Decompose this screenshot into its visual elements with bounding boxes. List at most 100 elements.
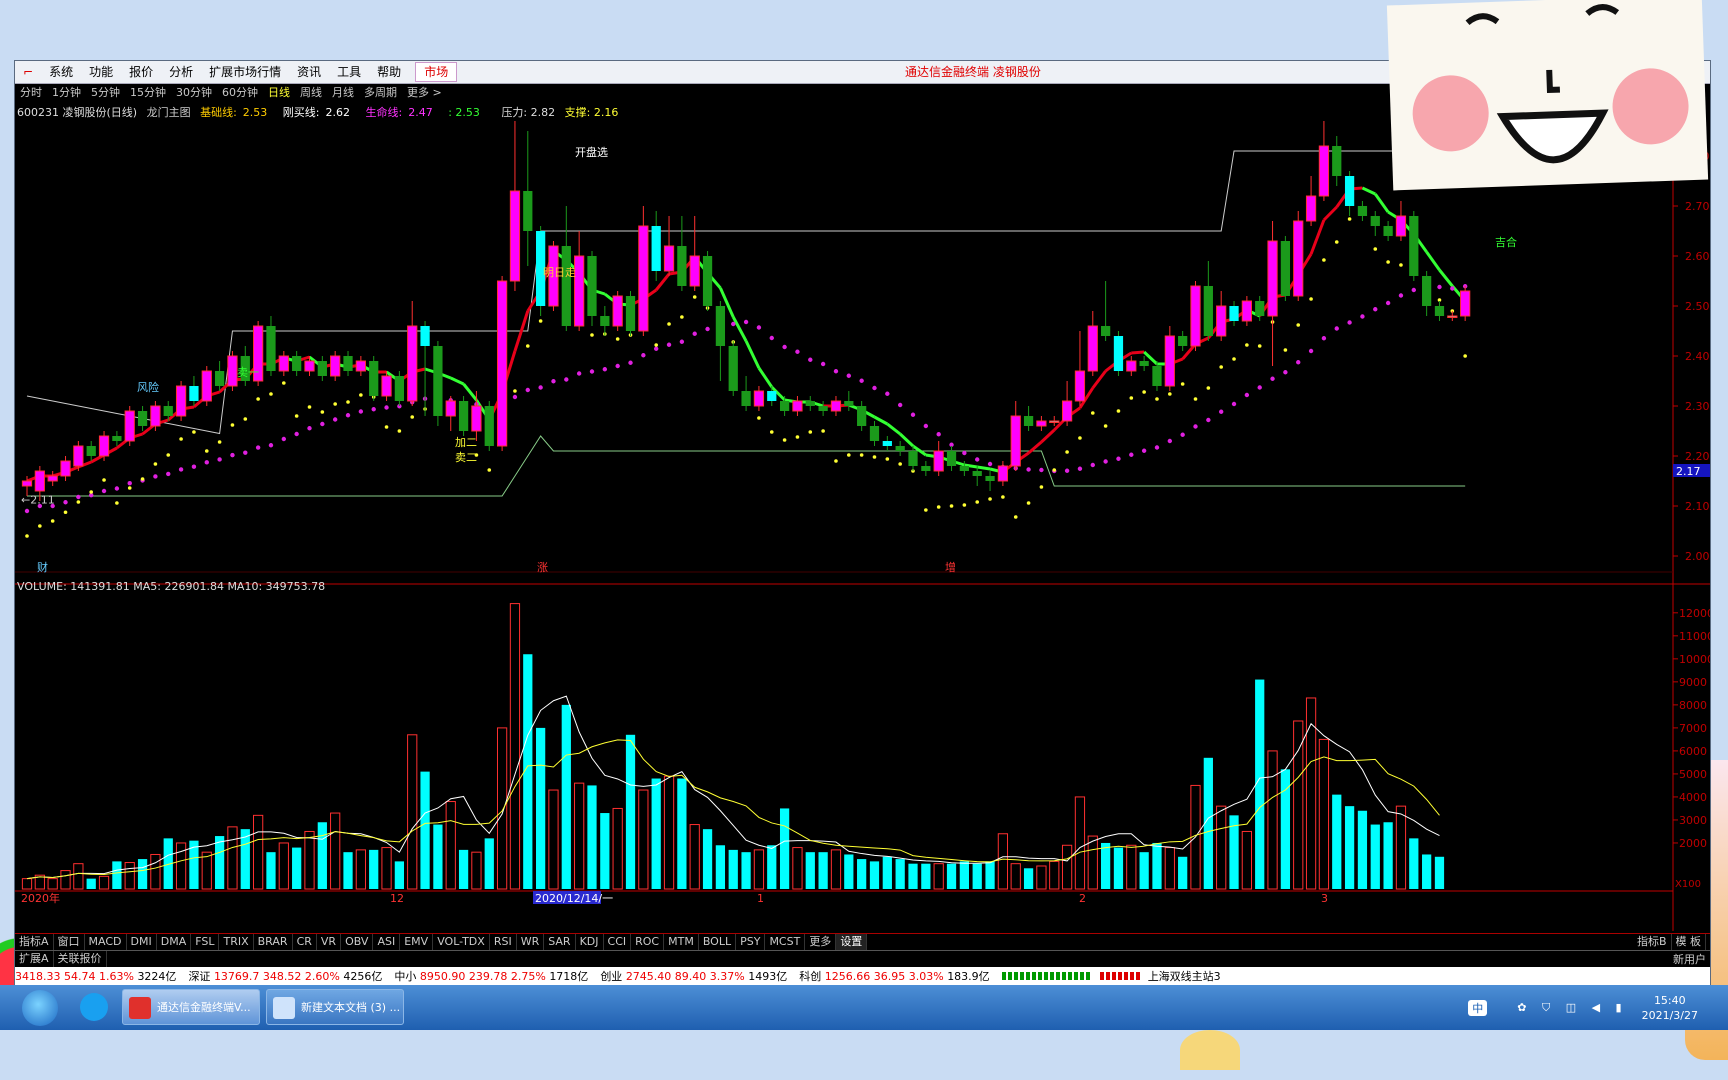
indicator-tab-1[interactable]: 窗口	[54, 934, 85, 950]
volume-bar	[1074, 796, 1086, 890]
indicator-tab-15[interactable]: WR	[517, 934, 545, 950]
period-9[interactable]: 多周期	[359, 84, 402, 102]
indicator-tab-19[interactable]: ROC	[631, 934, 665, 950]
candle-body	[1087, 325, 1098, 372]
period-8[interactable]: 月线	[327, 84, 359, 102]
ticker-item[interactable]: 创业 2745.40 89.40 3.37% 1493亿	[600, 968, 787, 984]
indicator-right-tab-1[interactable]: 模 板	[1672, 934, 1706, 950]
dot-magenta	[1257, 385, 1262, 390]
indicator-tab-0[interactable]: 指标A	[15, 934, 54, 950]
indicator-tab-24[interactable]: 更多	[805, 934, 837, 950]
indicator-tab-13[interactable]: VOL-TDX	[433, 934, 490, 950]
indicator-tab-2[interactable]: MACD	[85, 934, 127, 950]
menu-function[interactable]: 功能	[81, 61, 121, 83]
indicator-tab-5[interactable]: FSL	[191, 934, 220, 950]
indicator-tab-21[interactable]: BOLL	[699, 934, 737, 950]
indicator-tab-17[interactable]: KDJ	[576, 934, 604, 950]
candle-body	[805, 401, 815, 406]
dot-magenta	[743, 319, 749, 325]
indicator-tab-9[interactable]: VR	[317, 934, 342, 950]
start-button[interactable]	[22, 990, 58, 1026]
ticker-item[interactable]: 中小 8950.90 239.78 2.75% 1718亿	[394, 968, 588, 984]
dot-magenta	[808, 357, 813, 362]
volume-bar	[1332, 794, 1342, 889]
stock-code: 600231 凌钢股份(日线)	[17, 106, 138, 119]
indicator-tab-20[interactable]: MTM	[664, 934, 699, 950]
price-tick-label: 2.10	[1685, 500, 1710, 513]
dot-magenta	[756, 325, 762, 330]
period-2[interactable]: 5分钟	[86, 84, 125, 102]
dot-magenta	[1154, 445, 1160, 450]
volume-bar	[638, 789, 649, 890]
indicator-tab-3[interactable]: DMI	[127, 934, 157, 950]
menu-news[interactable]: 资讯	[289, 61, 329, 83]
candle-body	[1203, 286, 1213, 336]
indicator-tab-16[interactable]: SAR	[544, 934, 576, 950]
menu-help[interactable]: 帮助	[369, 61, 409, 83]
candle-body	[1305, 195, 1317, 222]
candle-body	[1280, 241, 1291, 296]
dot-magenta	[846, 373, 852, 378]
dot-magenta	[320, 421, 325, 427]
ticker-item[interactable]: 深证 13769.7 348.52 2.60% 4256亿	[188, 968, 382, 984]
ticker-item[interactable]: 3418.33 54.74 1.63% 3224亿	[15, 968, 176, 984]
indicator-tab-12[interactable]: EMV	[400, 934, 434, 950]
menu-market[interactable]: 市场	[415, 62, 458, 82]
indicator-right-tab-0[interactable]: 指标B	[1633, 934, 1672, 950]
time-axis-label: 2	[1079, 892, 1086, 905]
indicator-tab-6[interactable]: TRIX	[219, 934, 254, 950]
candle-body	[1422, 276, 1432, 306]
indicator-name[interactable]: 龙门主图	[147, 106, 191, 119]
volume-bar	[1113, 847, 1124, 889]
candle-body	[921, 466, 931, 471]
period-7[interactable]: 周线	[295, 84, 327, 102]
menu-system[interactable]: 系统	[41, 61, 81, 83]
indicator-tab-10[interactable]: OBV	[341, 934, 374, 950]
menu-ext-market[interactable]: 扩展市场行情	[201, 61, 289, 83]
indicator-tab-7[interactable]: BRAR	[254, 934, 293, 950]
server-status[interactable]: 上海双线主站3	[1148, 968, 1221, 984]
period-0[interactable]: 分时	[15, 84, 47, 102]
candle-body	[587, 256, 597, 316]
volume-bar	[1357, 810, 1368, 889]
period-1[interactable]: 1分钟	[47, 84, 86, 102]
volume-bar	[997, 833, 1009, 890]
indicator-tab-22[interactable]: PSY	[736, 934, 766, 950]
period-6[interactable]: 日线	[263, 84, 295, 102]
candle-body	[946, 451, 957, 466]
period-4[interactable]: 30分钟	[171, 84, 217, 102]
indicator-tab-4[interactable]: DMA	[157, 934, 192, 950]
ticker-item[interactable]: 科创 1256.66 36.95 3.03% 183.9亿	[799, 968, 989, 984]
volume-bar	[394, 861, 405, 889]
menu-quote[interactable]: 报价	[121, 61, 161, 83]
candle-body	[1164, 335, 1175, 387]
indicator-tab-18[interactable]: CCI	[604, 934, 632, 950]
period-5[interactable]: 60分钟	[217, 84, 263, 102]
new-user-link[interactable]: 新用户	[1673, 951, 1706, 967]
indicator-tab-25[interactable]: 设置	[836, 934, 868, 950]
indicator-tab-23[interactable]: MCST	[765, 934, 806, 950]
ime-indicator[interactable]: 中	[1468, 999, 1488, 1016]
tray-icons[interactable]: ✿ ⛉ ◫ ◀ ▮	[1517, 1001, 1627, 1015]
dot-magenta	[795, 349, 800, 354]
dot-yellow	[1065, 450, 1069, 454]
task-notepad[interactable]: 新建文本文档 (3) ...	[266, 989, 404, 1025]
period-10[interactable]: 更多 >	[402, 84, 447, 102]
tab-related-quote[interactable]: 关联报价	[54, 951, 107, 967]
task-tdx[interactable]: 通达信金融终端V...	[122, 989, 260, 1025]
dot-magenta	[1373, 307, 1378, 312]
menu-analysis[interactable]: 分析	[161, 61, 201, 83]
clock[interactable]: 15:40 2021/3/27	[1642, 993, 1698, 1023]
indicator-tab-8[interactable]: CR	[293, 934, 317, 950]
tab-ext-a[interactable]: 扩展A	[15, 951, 54, 967]
period-3[interactable]: 15分钟	[125, 84, 171, 102]
chart-annotation: 涨	[537, 561, 548, 574]
indicator-tab-11[interactable]: ASI	[373, 934, 401, 950]
chart-annotation: 财	[37, 560, 48, 574]
browser-icon[interactable]	[80, 993, 108, 1021]
menu-tools[interactable]: 工具	[329, 61, 369, 83]
candle-body	[433, 346, 443, 416]
ma-segment	[450, 376, 465, 386]
kline-chart[interactable]: 2.802.702.602.502.402.302.202.102.002.17…	[15, 121, 1710, 931]
indicator-tab-14[interactable]: RSI	[490, 934, 517, 950]
